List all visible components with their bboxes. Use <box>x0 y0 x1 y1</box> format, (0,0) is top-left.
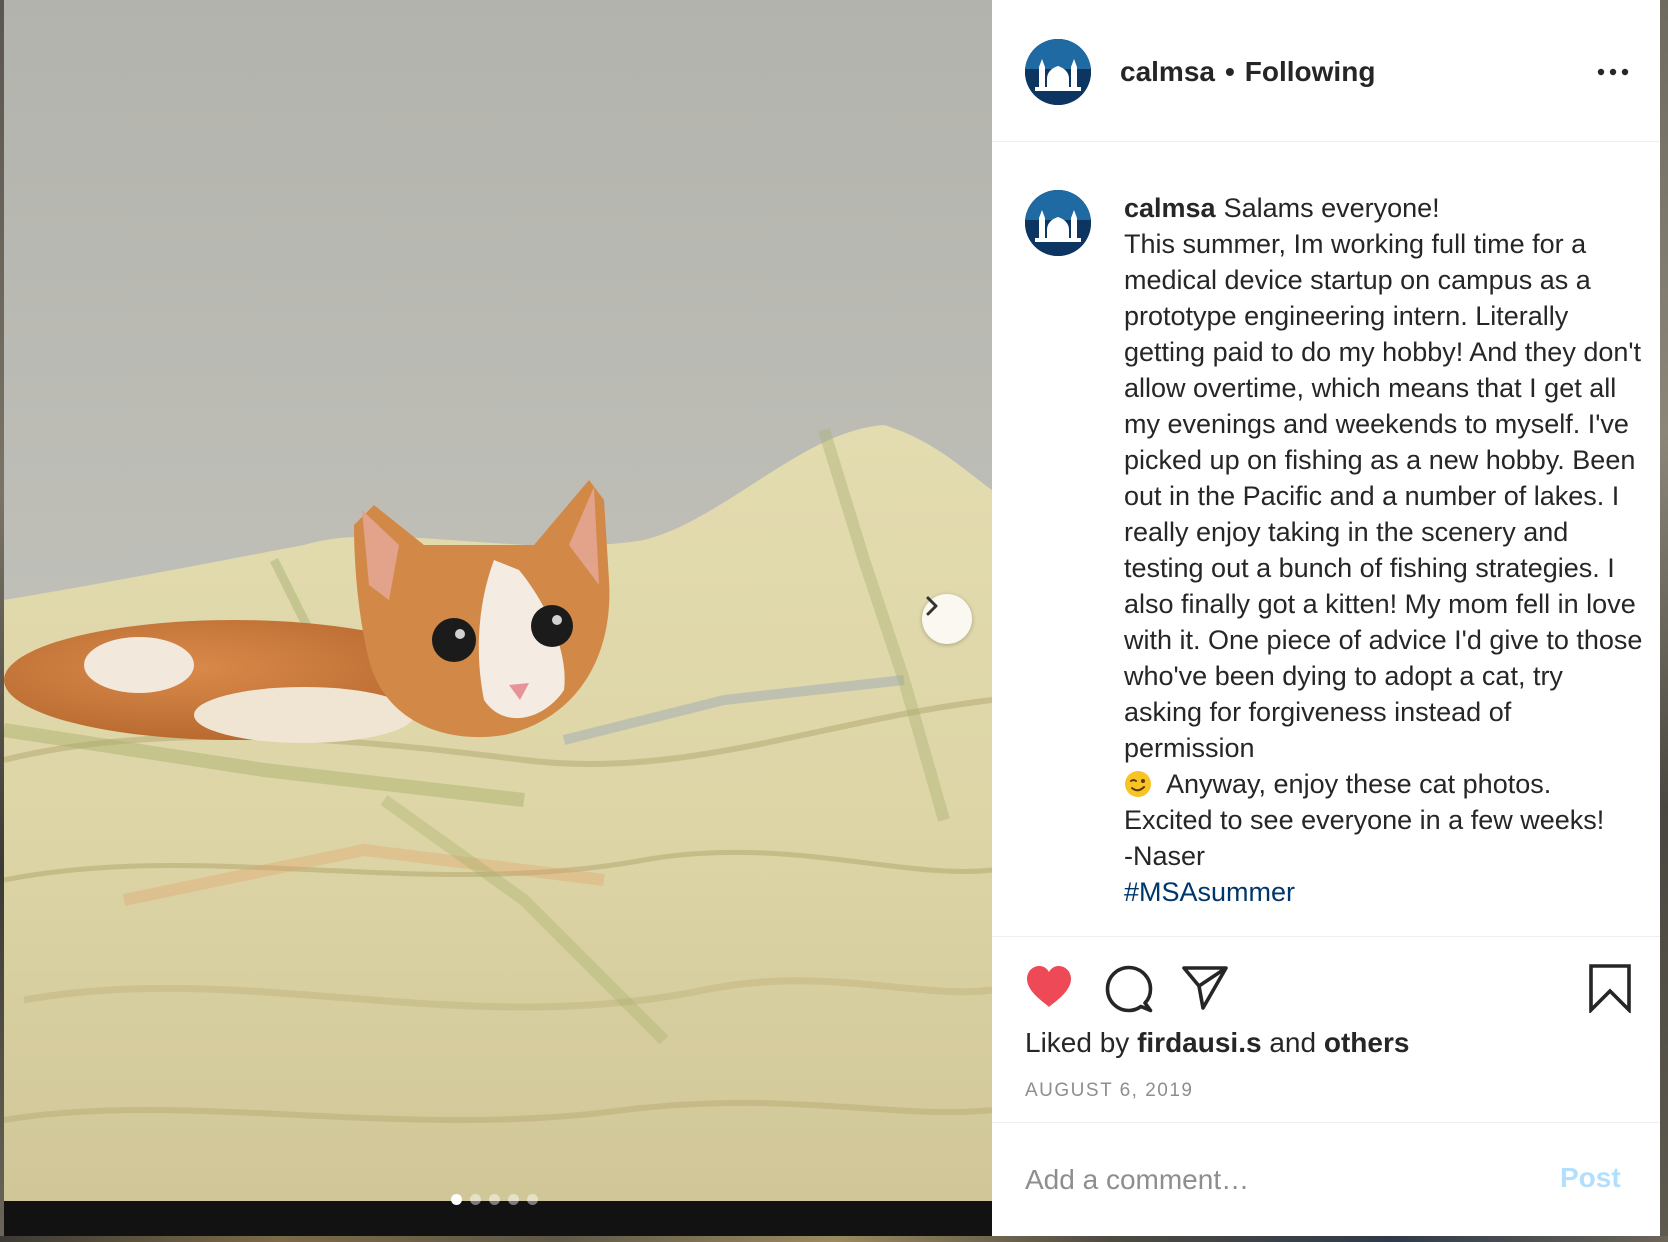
post-caption: calmsa Salams everyone! This summer, Im w… <box>1124 190 1644 910</box>
likes-prefix: Liked by <box>1025 1027 1130 1058</box>
carousel-dot <box>508 1194 519 1205</box>
winking-face-emoji <box>1125 771 1151 797</box>
comment-input[interactable] <box>1025 1160 1545 1200</box>
post-details-panel: calmsa • Following calmsa Salams everyone… <box>992 0 1660 1236</box>
carousel-dot <box>489 1194 500 1205</box>
mosque-logo-icon <box>1025 190 1091 256</box>
heart-filled-icon[interactable] <box>1025 965 1073 1009</box>
likes-conjunction: and <box>1269 1027 1317 1058</box>
photo-bottom-bar <box>4 1201 992 1236</box>
bookmark-icon[interactable] <box>1588 963 1632 1013</box>
more-horizontal-icon[interactable] <box>1596 58 1630 86</box>
cat-on-bed-photo <box>4 0 992 1236</box>
caption-body: This summer, Im working full time for a … <box>1124 229 1643 763</box>
post-date[interactable]: AUGUST 6, 2019 <box>1025 1080 1194 1102</box>
post-header: calmsa • Following <box>992 0 1660 142</box>
carousel-dot <box>451 1194 462 1205</box>
caption-section: calmsa Salams everyone! This summer, Im w… <box>992 142 1660 937</box>
post-comment-button[interactable]: Post <box>1560 1162 1621 1194</box>
username-link[interactable]: calmsa <box>1120 56 1215 88</box>
caption-after-emoji: Anyway, enjoy these cat photos. Excited … <box>1124 769 1605 835</box>
carousel-indicator <box>451 1194 538 1205</box>
chevron-right-icon <box>926 596 938 616</box>
background-strip-bottom <box>0 1236 1668 1242</box>
liker-username[interactable]: firdausi.s <box>1137 1027 1261 1058</box>
mosque-logo-icon <box>1025 39 1091 105</box>
profile-avatar[interactable] <box>1025 39 1091 105</box>
hashtag-link[interactable]: #MSAsummer <box>1124 877 1295 907</box>
background-strip-right <box>1660 0 1668 1242</box>
following-button[interactable]: Following <box>1245 56 1376 88</box>
paper-plane-icon[interactable] <box>1181 963 1229 1011</box>
caption-signature: -Naser <box>1124 841 1206 871</box>
carousel-dot <box>470 1194 481 1205</box>
next-photo-button[interactable] <box>922 594 972 644</box>
caption-avatar[interactable] <box>1025 190 1091 256</box>
comment-bubble-icon[interactable] <box>1105 965 1153 1013</box>
likes-others-link[interactable]: others <box>1324 1027 1410 1058</box>
post-photo <box>4 0 992 1236</box>
caption-greeting: Salams everyone! <box>1223 193 1440 223</box>
likes-summary: Liked by firdausi.s and others <box>1025 1027 1409 1059</box>
caption-username[interactable]: calmsa <box>1124 193 1216 223</box>
comment-box: Post <box>992 1124 1660 1236</box>
carousel-dot <box>527 1194 538 1205</box>
separator-dot: • <box>1224 56 1235 87</box>
